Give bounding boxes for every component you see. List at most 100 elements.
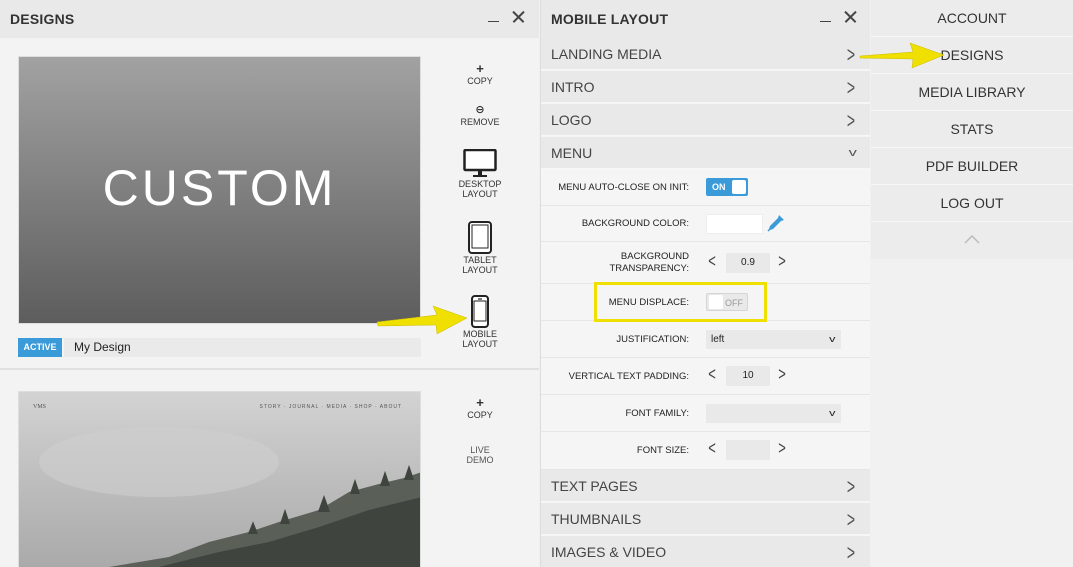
justification-select[interactable]: left v (706, 330, 841, 349)
section-label: LANDING MEDIA (551, 46, 662, 62)
copy-label: COPY (467, 76, 493, 86)
copy-label-2: COPY (467, 410, 493, 420)
auto-close-toggle[interactable]: ON (706, 178, 748, 196)
copy-button-2[interactable]: + COPY (445, 395, 515, 420)
close-icon[interactable] (842, 8, 860, 28)
chevron-down-icon: v (848, 147, 857, 159)
vertical-padding-stepper: < 10 > (706, 363, 788, 386)
mobile-layout-panel: MOBILE LAYOUT LANDING MEDIA > INTRO > LO… (540, 0, 870, 567)
bg-color-label: BACKGROUND COLOR: (581, 218, 689, 229)
live-demo-button[interactable]: LIVE DEMO (445, 445, 515, 465)
section-label: MENU (551, 145, 593, 161)
setting-row-justification: JUSTIFICATION: left v (541, 321, 870, 358)
section-label: LOGO (551, 112, 592, 128)
nav-pdf-builder[interactable]: PDF BUILDER (871, 148, 1073, 185)
font-family-label: FONT FAMILY: (625, 408, 689, 419)
remove-button[interactable]: ⊖ REMOVE (445, 104, 515, 127)
chevron-down-icon: v (828, 408, 835, 418)
close-icon[interactable] (510, 8, 528, 28)
section-logo[interactable]: LOGO > (541, 104, 870, 136)
status-badge: ACTIVE (18, 338, 62, 357)
vertical-padding-label: VERTICAL TEXT PADDING: (568, 371, 689, 382)
thumbnail-text: CUSTOM (102, 160, 337, 216)
tablet-layout-button[interactable]: TABLET LAYOUT (445, 221, 515, 275)
increment-button[interactable]: > (776, 363, 788, 384)
remove-label: REMOVE (460, 117, 500, 127)
nav-stats[interactable]: STATS (871, 111, 1073, 148)
bg-transparency-label-1: BACKGROUND (620, 251, 689, 262)
live-demo-label-1: LIVE (470, 445, 490, 455)
eyedropper-icon[interactable] (766, 213, 786, 233)
forest-image (19, 392, 420, 567)
mobile-label-1: MOBILE (462, 329, 497, 339)
designs-panel: DESIGNS CUSTOM ACTIVE My Design + COPY ⊖… (0, 0, 539, 567)
section-landing-media[interactable]: LANDING MEDIA > (541, 38, 870, 70)
vertical-padding-value[interactable]: 10 (726, 366, 770, 386)
section-label: IMAGES & VIDEO (551, 544, 667, 560)
bg-transparency-stepper: < 0.9 > (706, 250, 788, 273)
minimize-icon[interactable] (488, 8, 499, 22)
desktop-icon (445, 149, 515, 179)
chevron-right-icon: > (846, 539, 855, 565)
tablet-label-1: TABLET (463, 255, 497, 265)
bg-transparency-label: BACKGROUND TRANSPARENCY: (609, 251, 689, 275)
decrement-button[interactable]: < (706, 363, 718, 384)
minimize-icon[interactable] (820, 8, 831, 22)
setting-row-font-family: FONT FAMILY: v (541, 395, 870, 432)
chevron-down-icon: v (828, 334, 835, 344)
increment-button[interactable]: > (776, 437, 788, 458)
section-thumbnails[interactable]: THUMBNAILS > (541, 503, 870, 535)
mobile-panel-title: MOBILE LAYOUT (551, 11, 669, 27)
designs-panel-title: DESIGNS (10, 11, 75, 27)
section-text-pages[interactable]: TEXT PAGES > (541, 470, 870, 502)
decrement-button[interactable]: < (706, 250, 718, 271)
mobile-layout-button[interactable]: MOBILE LAYOUT (445, 295, 515, 349)
font-size-label: FONT SIZE: (636, 445, 689, 456)
nav-media-library[interactable]: MEDIA LIBRARY (871, 74, 1073, 111)
desktop-layout-button[interactable]: DESKTOP LAYOUT (445, 149, 515, 199)
bg-color-swatch[interactable] (706, 214, 763, 234)
font-size-value[interactable] (726, 440, 770, 460)
nav-designs[interactable]: DESIGNS (871, 37, 1073, 74)
justification-label: JUSTIFICATION: (616, 334, 689, 345)
section-label: THUMBNAILS (551, 511, 642, 527)
plus-icon: + (476, 61, 484, 76)
live-demo-label-2: DEMO (466, 455, 494, 465)
setting-row-bg-color: BACKGROUND COLOR: (541, 206, 870, 242)
section-menu[interactable]: MENU v (541, 137, 870, 169)
setting-row-vertical-padding: VERTICAL TEXT PADDING: < 10 > (541, 358, 870, 395)
thumbnail-site-nav: STORY · JOURNAL · MEDIA · SHOP · ABOUT (259, 404, 402, 410)
thumbnail-site-name: VMS (33, 404, 47, 410)
section-intro[interactable]: INTRO > (541, 71, 870, 103)
minus-circle-icon: ⊖ (475, 104, 485, 116)
section-label: INTRO (551, 79, 595, 95)
select-value: left (711, 334, 725, 345)
nav-account[interactable]: ACCOUNT (871, 0, 1073, 37)
copy-button[interactable]: + COPY (445, 61, 515, 86)
designs-panel-header: DESIGNS (0, 0, 539, 38)
mobile-icon (445, 295, 515, 329)
desktop-label-1: DESKTOP (458, 179, 502, 189)
design-thumbnail[interactable]: CUSTOM (18, 56, 421, 324)
setting-row-auto-close: MENU AUTO-CLOSE ON INIT: ON (541, 170, 870, 206)
chevron-up-icon[interactable] (963, 232, 981, 246)
tablet-icon (445, 221, 515, 255)
bg-transparency-value[interactable]: 0.9 (726, 253, 770, 273)
section-label: TEXT PAGES (551, 478, 638, 494)
design-name-field[interactable]: My Design (64, 338, 421, 357)
increment-button[interactable]: > (776, 250, 788, 271)
font-size-stepper: < > (706, 437, 788, 460)
decrement-button[interactable]: < (706, 437, 718, 458)
design-thumbnail-2[interactable]: VMS STORY · JOURNAL · MEDIA · SHOP · ABO… (18, 391, 421, 567)
section-images-video[interactable]: IMAGES & VIDEO > (541, 536, 870, 567)
plus-icon: + (476, 395, 484, 410)
mobile-label-2: LAYOUT (462, 339, 498, 349)
desktop-label-2: LAYOUT (462, 189, 498, 199)
nav-log-out[interactable]: LOG OUT (871, 185, 1073, 222)
main-nav: ACCOUNT DESIGNS MEDIA LIBRARY STATS PDF … (871, 0, 1073, 259)
tablet-label-2: LAYOUT (462, 265, 498, 275)
setting-row-bg-transparency: BACKGROUND TRANSPARENCY: < 0.9 > (541, 242, 870, 284)
font-family-select[interactable]: v (706, 404, 841, 423)
auto-close-label: MENU AUTO-CLOSE ON INIT: (558, 182, 689, 193)
bg-transparency-label-2: TRANSPARENCY: (609, 263, 689, 274)
